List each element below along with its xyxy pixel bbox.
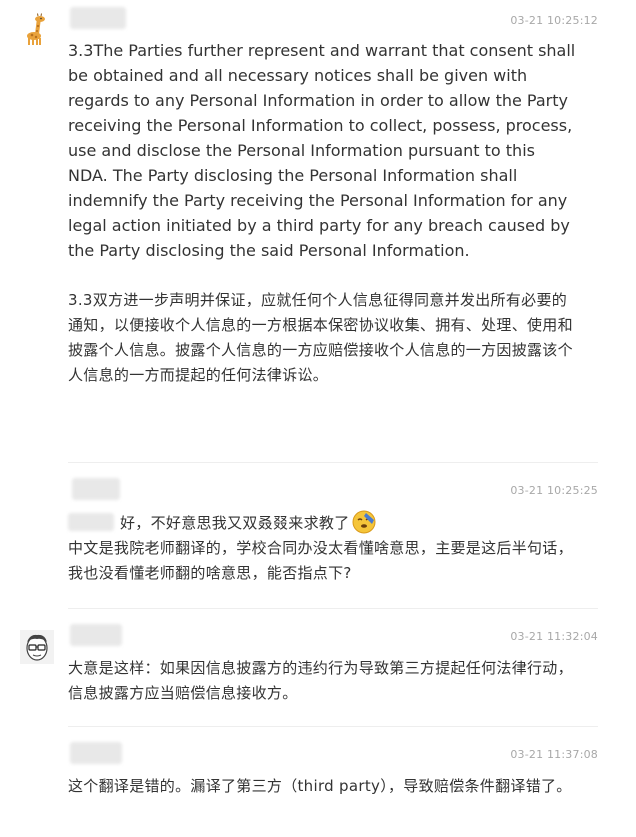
post-timestamp: 03-21 11:32:04 (510, 630, 598, 643)
comment-thread: 03-21 10:25:12 3.3The Parties further re… (0, 0, 636, 837)
comment-post: 03-21 11:32:04 大意是这样：如果因信息披露方的违约行为导致第三方提… (0, 608, 636, 730)
post-content: 大意是这样：如果因信息披露方的违约行为导致第三方提起任何法律行动，信息披露方应当… (68, 659, 573, 702)
glasses-man-icon[interactable] (20, 630, 54, 664)
greeting-text: 好，不好意思我又双叒叕来求教了 (120, 514, 350, 532)
username-redacted (70, 742, 122, 764)
username-redacted (70, 624, 122, 646)
post-content: 3.3The Parties further represent and war… (68, 38, 578, 388)
english-paragraph: 3.3The Parties further represent and war… (68, 41, 576, 260)
username-redacted (72, 478, 120, 500)
comment-post: 03-21 11:37:08 这个翻译是错的。漏译了第三方（third part… (0, 726, 636, 837)
greeting-line: 好，不好意思我又双叒叕来求教了 (68, 510, 578, 536)
embarrassed-face-icon (352, 510, 376, 534)
username-redacted-inline (68, 513, 114, 531)
post-timestamp: 03-21 10:25:12 (510, 14, 598, 27)
post-timestamp: 03-21 11:37:08 (510, 748, 598, 761)
comment-post: 03-21 10:25:25 好，不好意思我又双叒叕来求教了 中文是我院老师翻译… (0, 462, 636, 610)
username-redacted (70, 7, 126, 29)
post-content: 好，不好意思我又双叒叕来求教了 中文是我院老师翻译的，学校合同办没太看懂啥意思，… (68, 510, 578, 586)
comment-post: 03-21 10:25:12 3.3The Parties further re… (0, 0, 636, 470)
post-timestamp: 03-21 10:25:25 (510, 484, 598, 497)
post-content: 这个翻译是错的。漏译了第三方（third party），导致赔偿条件翻译错了。 (68, 777, 572, 795)
chinese-paragraph: 3.3双方进一步声明并保证，应就任何个人信息征得同意并发出所有必要的通知，以便接… (68, 291, 573, 384)
question-text: 中文是我院老师翻译的，学校合同办没太看懂啥意思，主要是这后半句话，我也没看懂老师… (68, 539, 573, 582)
giraffe-icon[interactable] (20, 12, 54, 46)
